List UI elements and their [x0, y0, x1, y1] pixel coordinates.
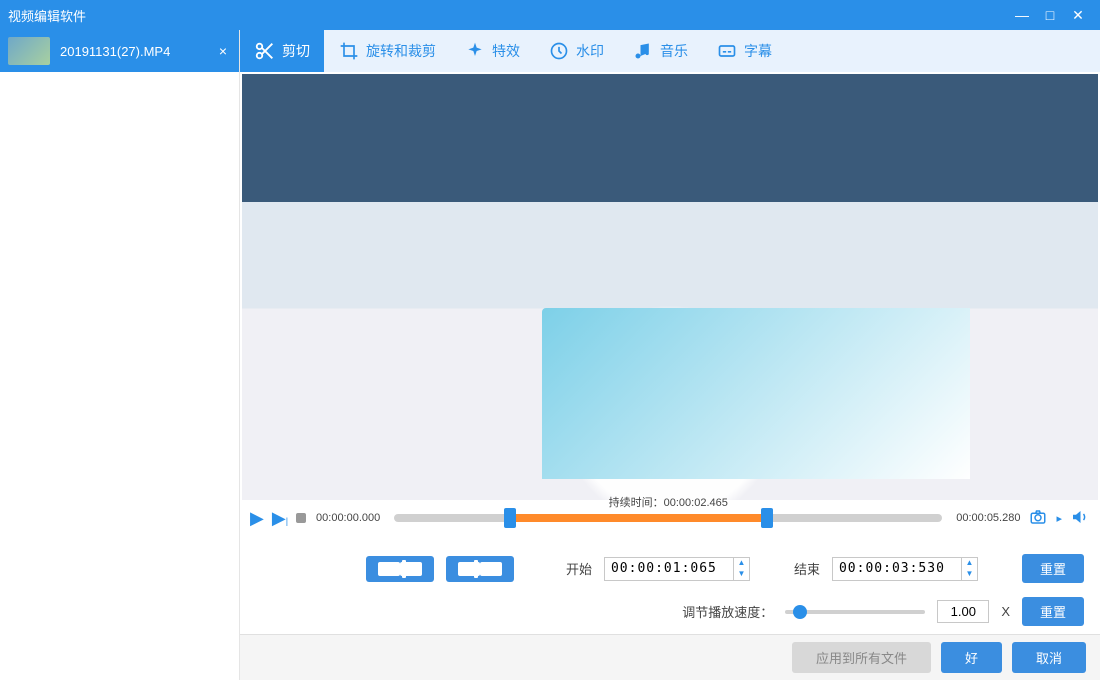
start-spinner[interactable]: ▲▼ — [734, 557, 750, 581]
tab-label: 音乐 — [660, 41, 688, 61]
tab-label: 水印 — [576, 41, 604, 61]
timeline-selection — [504, 514, 762, 522]
reset-speed-button[interactable]: 重置 — [1022, 597, 1084, 626]
video-preview[interactable] — [242, 74, 1098, 500]
titlebar: 视频编辑软件 — □ ✕ — [0, 0, 1100, 30]
cancel-button[interactable]: 取消 — [1012, 642, 1086, 673]
tab-cut[interactable]: 剪切 — [240, 30, 324, 72]
file-name: 20191131(27).MP4 — [60, 44, 215, 59]
tab-music[interactable]: 音乐 — [618, 30, 702, 72]
apply-all-button[interactable]: 应用到所有文件 — [792, 642, 931, 673]
timeline-start-time: 00:00:00.000 — [316, 512, 380, 524]
reset-time-button[interactable]: 重置 — [1022, 554, 1084, 583]
video-frame — [242, 74, 1098, 500]
music-note-icon — [632, 40, 654, 62]
end-time-input[interactable] — [832, 557, 962, 581]
end-spinner[interactable]: ▲▼ — [962, 557, 978, 581]
scissors-icon — [254, 40, 276, 62]
tab-label: 特效 — [492, 41, 520, 61]
tab-label: 字幕 — [744, 41, 772, 61]
set-in-point-button[interactable] — [366, 556, 434, 582]
ok-button[interactable]: 好 — [941, 642, 1002, 673]
toolbar: 剪切 旋转和裁剪 特效 水印 — [240, 30, 1100, 72]
maximize-button[interactable]: □ — [1036, 7, 1064, 23]
file-sidebar: 20191131(27).MP4 × — [0, 30, 240, 680]
timeline-track[interactable]: 持续时间：00:00:02.465 — [394, 514, 942, 522]
start-time-input[interactable] — [604, 557, 734, 581]
tab-subtitle[interactable]: 字幕 — [702, 30, 786, 72]
snapshot-button[interactable] — [1024, 508, 1052, 529]
speed-input[interactable] — [937, 600, 989, 623]
crop-icon — [338, 40, 360, 62]
play-button[interactable]: ▶ — [248, 508, 266, 529]
subtitle-icon — [716, 40, 738, 62]
speed-slider-thumb[interactable] — [793, 605, 807, 619]
speed-label: 调节播放速度： — [682, 602, 773, 621]
stop-indicator — [296, 513, 306, 523]
end-label: 结束 — [794, 559, 820, 578]
timeline-start-handle[interactable] — [504, 508, 516, 528]
tab-effects[interactable]: 特效 — [450, 30, 534, 72]
tab-label: 剪切 — [282, 41, 310, 61]
speed-unit: X — [1001, 604, 1010, 619]
file-thumbnail — [8, 37, 50, 65]
timeline: ▶ ▶| 00:00:00.000 持续时间：00:00:02.465 00:0… — [240, 500, 1100, 536]
window-title: 视频编辑软件 — [8, 6, 86, 25]
minimize-button[interactable]: — — [1008, 7, 1036, 23]
volume-button[interactable] — [1066, 508, 1092, 529]
droplet-icon — [548, 40, 570, 62]
file-item[interactable]: 20191131(27).MP4 × — [0, 30, 239, 72]
set-out-point-button[interactable] — [446, 556, 514, 582]
close-button[interactable]: ✕ — [1064, 7, 1092, 24]
footer: 应用到所有文件 好 取消 — [240, 634, 1100, 680]
tab-watermark[interactable]: 水印 — [534, 30, 618, 72]
sparkle-icon — [464, 40, 486, 62]
speed-slider[interactable] — [785, 610, 925, 614]
tab-label: 旋转和裁剪 — [366, 41, 436, 61]
play-segment-button[interactable]: ▶| — [270, 508, 290, 529]
duration-label: 持续时间：00:00:02.465 — [609, 494, 728, 510]
file-close-icon[interactable]: × — [215, 43, 231, 59]
timeline-end-time: 00:00:05.280 — [956, 512, 1020, 524]
tab-rotate-crop[interactable]: 旋转和裁剪 — [324, 30, 450, 72]
timeline-end-handle[interactable] — [761, 508, 773, 528]
start-label: 开始 — [566, 559, 592, 578]
